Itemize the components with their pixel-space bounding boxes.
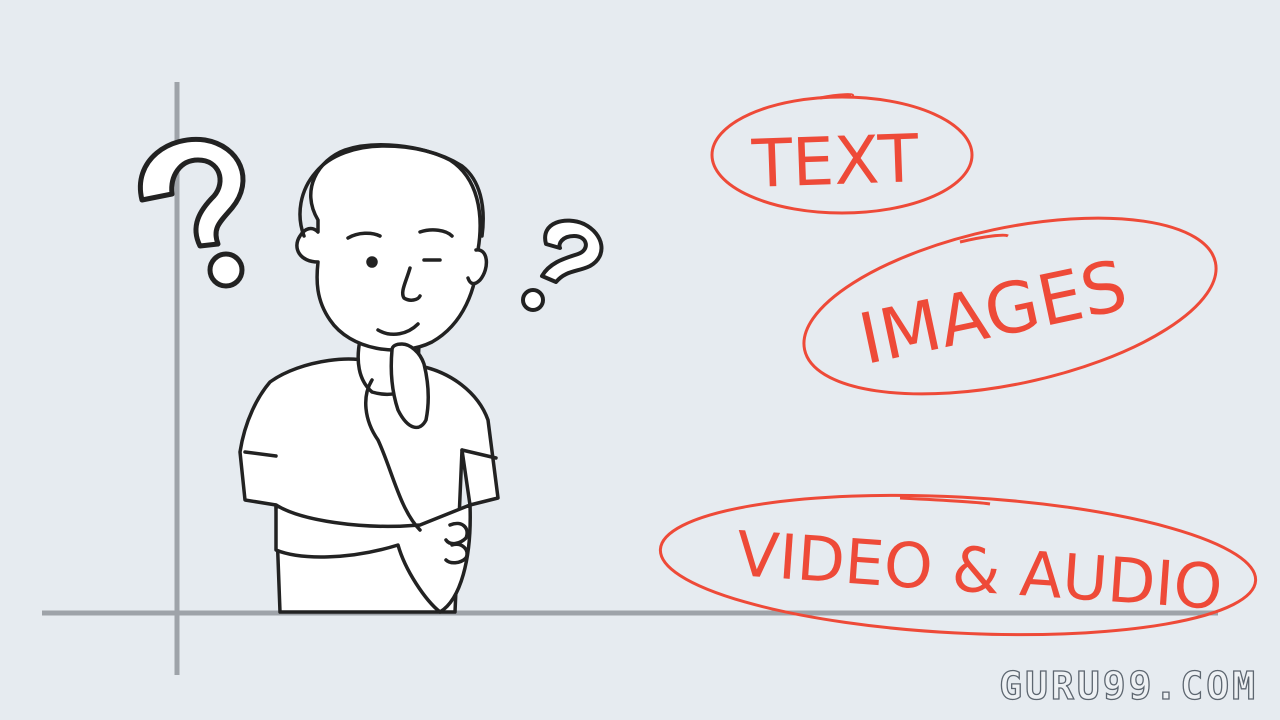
text-label: TEXT [750,120,921,203]
thinking-person-illustration [238,143,500,614]
video-audio-label: VIDEO & AUDIO [734,517,1225,624]
whiteboard-scene: TEXT IMAGES VIDEO & AUDIO [42,82,1258,675]
question-mark-icon [137,136,246,289]
images-label: IMAGES [852,244,1134,380]
watermark-text: GURU99.COM [999,663,1258,708]
question-mark-icon [521,218,604,312]
head [295,143,482,352]
